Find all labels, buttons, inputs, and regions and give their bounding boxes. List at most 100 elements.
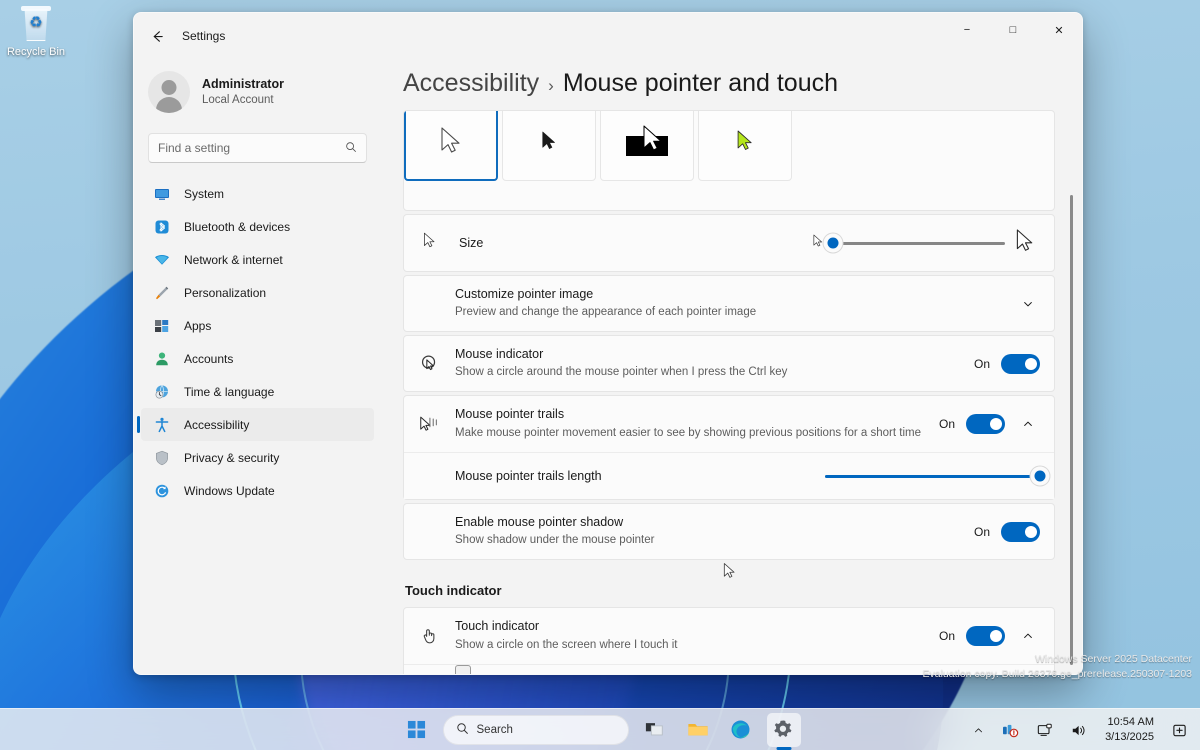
shadow-subtitle: Show shadow under the mouse pointer bbox=[455, 532, 962, 549]
toggle-state-label: On bbox=[974, 357, 990, 371]
search-icon bbox=[456, 722, 469, 738]
back-arrow-icon bbox=[150, 29, 165, 44]
white-pointer-icon bbox=[438, 126, 464, 156]
touch-hand-icon bbox=[418, 626, 440, 646]
taskbar-search[interactable]: Search bbox=[443, 715, 629, 745]
tray-time: 10:54 AM bbox=[1105, 715, 1154, 730]
accessibility-icon bbox=[153, 416, 170, 433]
tray-overflow-chevron-icon[interactable] bbox=[968, 721, 989, 740]
recycle-bin-icon: ♻ bbox=[19, 6, 53, 42]
trails-length-slider-thumb[interactable] bbox=[1035, 471, 1046, 482]
pointer-trails-icon bbox=[418, 415, 440, 434]
settings-button[interactable] bbox=[767, 713, 801, 747]
sidebar-item-apps[interactable]: Apps bbox=[141, 309, 374, 342]
mouse-indicator-toggle[interactable] bbox=[1001, 354, 1040, 374]
edge-button[interactable] bbox=[724, 713, 758, 747]
settings-window: Settings − □ ✕ Administrator Local Accou… bbox=[133, 12, 1083, 675]
desktop-icon-recycle-bin[interactable]: ♻ Recycle Bin bbox=[4, 6, 68, 60]
windows-start-icon bbox=[407, 720, 426, 739]
size-slider-max-icon bbox=[1014, 228, 1036, 259]
pointer-style-custom[interactable] bbox=[698, 110, 792, 181]
task-view-icon bbox=[645, 720, 665, 739]
sidebar-item-bluetooth-devices[interactable]: Bluetooth & devices bbox=[141, 210, 374, 243]
black-pointer-icon bbox=[540, 130, 558, 152]
mouse-pointer-trails-toggle[interactable] bbox=[966, 414, 1005, 434]
account-subtitle: Local Account bbox=[202, 93, 284, 109]
breadcrumb-parent[interactable]: Accessibility bbox=[403, 69, 539, 98]
taskbar: Search bbox=[0, 708, 1200, 750]
main-content: Accessibility › Mouse pointer and touch bbox=[381, 59, 1082, 674]
size-label: Size bbox=[459, 236, 483, 250]
mouse-pointer-trails-group: Mouse pointer trails Make mouse pointer … bbox=[403, 395, 1055, 500]
chevron-up-icon[interactable] bbox=[1016, 624, 1040, 648]
mouse-indicator-icon bbox=[418, 354, 440, 373]
sidebar: Administrator Local Account bbox=[134, 59, 381, 674]
pointer-size-slider-thumb[interactable] bbox=[828, 238, 839, 249]
notification-bell-icon[interactable] bbox=[1167, 719, 1192, 742]
pointer-shadow-toggle[interactable] bbox=[1001, 522, 1040, 542]
sidebar-item-personalization[interactable]: Personalization bbox=[141, 276, 374, 309]
close-button[interactable]: ✕ bbox=[1036, 13, 1082, 47]
inverted-pointer-icon bbox=[620, 122, 674, 160]
setting-title: Mouse pointer trails bbox=[455, 406, 927, 424]
mouse-pointer-trails-row[interactable]: Mouse pointer trails Make mouse pointer … bbox=[404, 396, 1054, 453]
tray-clock[interactable]: 10:54 AM 3/13/2025 bbox=[1100, 713, 1159, 747]
start-button[interactable] bbox=[400, 713, 434, 747]
pointer-style-white[interactable] bbox=[404, 110, 498, 181]
setting-title: Mouse indicator bbox=[455, 346, 962, 364]
customize-subtitle: Preview and change the appearance of eac… bbox=[455, 304, 1004, 321]
network-warning-icon[interactable] bbox=[997, 719, 1024, 742]
shadow-title: Enable mouse pointer shadow bbox=[455, 514, 962, 532]
sidebar-item-label: Accounts bbox=[184, 352, 233, 366]
monitor-icon bbox=[153, 185, 170, 202]
sidebar-item-accessibility[interactable]: Accessibility bbox=[141, 408, 374, 441]
toggle-state-label: On bbox=[939, 417, 955, 431]
breadcrumb: Accessibility › Mouse pointer and touch bbox=[403, 59, 1082, 110]
trails-length-slider[interactable] bbox=[825, 475, 1040, 478]
sidebar-item-network-internet[interactable]: Network & internet bbox=[141, 243, 374, 276]
sidebar-item-accounts[interactable]: Accounts bbox=[141, 342, 374, 375]
mouse-indicator-row[interactable]: Mouse indicator Show a circle around the… bbox=[403, 335, 1055, 392]
display-icon[interactable] bbox=[1032, 719, 1058, 742]
pointer-shadow-row[interactable]: Enable mouse pointer shadow Show shadow … bbox=[403, 503, 1055, 560]
search-input[interactable] bbox=[158, 141, 345, 155]
bluetooth-icon bbox=[153, 218, 170, 235]
back-button[interactable] bbox=[142, 21, 172, 51]
touch-indicator-heading: Touch indicator bbox=[405, 583, 1055, 598]
app-title: Settings bbox=[182, 29, 225, 43]
sidebar-item-system[interactable]: System bbox=[141, 177, 374, 210]
search-box[interactable] bbox=[148, 133, 367, 163]
minimize-button[interactable]: − bbox=[944, 13, 990, 47]
sidebar-item-time-language[interactable]: Time & language bbox=[141, 375, 374, 408]
update-icon bbox=[153, 482, 170, 499]
pointer-style-black[interactable] bbox=[502, 110, 596, 181]
touch-indicator-toggle[interactable] bbox=[966, 626, 1005, 646]
scrollbar-thumb[interactable] bbox=[1070, 195, 1073, 665]
wifi-icon bbox=[153, 251, 170, 268]
customize-pointer-image-row[interactable]: Customize pointer image Preview and chan… bbox=[403, 275, 1055, 332]
pointer-size-slider[interactable] bbox=[833, 242, 1005, 245]
watermark-line1: Windows Server 2025 Datacenter bbox=[922, 652, 1192, 667]
volume-icon[interactable] bbox=[1066, 719, 1092, 742]
sidebar-item-windows-update[interactable]: Windows Update bbox=[141, 474, 374, 507]
file-explorer-button[interactable] bbox=[681, 713, 715, 747]
task-view-button[interactable] bbox=[638, 713, 672, 747]
chevron-down-icon[interactable] bbox=[1016, 292, 1040, 316]
clock-globe-icon bbox=[153, 383, 170, 400]
system-tray: 10:54 AM 3/13/2025 bbox=[968, 709, 1192, 750]
maximize-button[interactable]: □ bbox=[990, 13, 1036, 47]
small-pointer-icon bbox=[422, 232, 437, 254]
chevron-up-icon[interactable] bbox=[1016, 412, 1040, 436]
search-icon bbox=[345, 141, 357, 156]
window-titlebar: Settings − □ ✕ bbox=[134, 13, 1082, 59]
sidebar-item-privacy-security[interactable]: Privacy & security bbox=[141, 441, 374, 474]
pointer-style-inverted[interactable] bbox=[600, 110, 694, 181]
settings-scroll-area: Size bbox=[381, 110, 1082, 674]
checkbox[interactable] bbox=[455, 665, 471, 674]
evaluation-watermark: Windows Server 2025 Datacenter Evaluatio… bbox=[922, 652, 1192, 682]
custom-color-pointer-icon bbox=[735, 129, 755, 153]
sidebar-item-label: Privacy & security bbox=[184, 451, 279, 465]
window-controls: − □ ✕ bbox=[944, 13, 1082, 59]
edge-icon bbox=[730, 719, 751, 740]
account-card[interactable]: Administrator Local Account bbox=[134, 59, 381, 121]
